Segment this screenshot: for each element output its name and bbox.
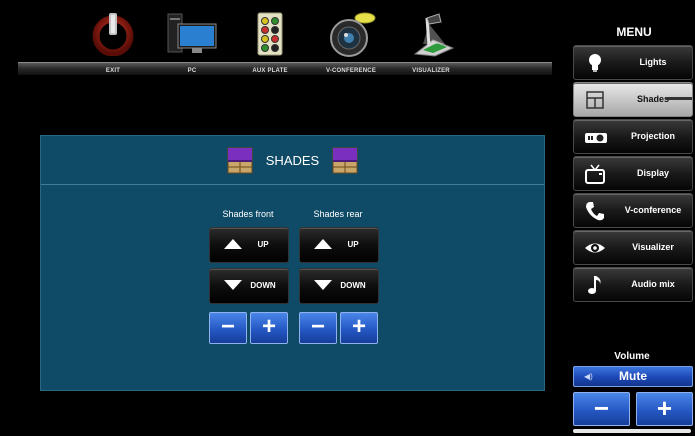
aux-plate-label: AUX PLATE bbox=[252, 68, 288, 74]
exit-button[interactable]: EXIT bbox=[73, 10, 153, 80]
menu-item-label: V-conference bbox=[624, 205, 682, 215]
menu-title: MENU bbox=[616, 25, 652, 39]
menu-item-lights[interactable]: Lights bbox=[573, 45, 693, 80]
shades-rear-down-button[interactable]: DOWN bbox=[299, 268, 379, 304]
menu-item-projection[interactable]: Projection bbox=[573, 119, 693, 154]
pc-icon bbox=[162, 10, 222, 63]
arrow-down-icon bbox=[314, 280, 332, 290]
bulb-icon bbox=[584, 52, 606, 72]
shades-rear-up-button[interactable]: UP bbox=[299, 227, 379, 263]
volume-up-button[interactable]: + bbox=[636, 392, 693, 426]
shades-rear-plus-button[interactable]: + bbox=[340, 312, 378, 344]
shades-front-plus-button[interactable]: + bbox=[250, 312, 288, 344]
menu-item-label: Lights bbox=[639, 57, 667, 67]
menu-item-label: Display bbox=[636, 168, 669, 178]
menu-item-shades[interactable]: Shades bbox=[573, 82, 693, 117]
shades-front-label: Shades front bbox=[222, 209, 274, 219]
exit-label: EXIT bbox=[105, 68, 121, 74]
volume-level-bar bbox=[573, 429, 691, 433]
shades-front-minus-button[interactable]: − bbox=[209, 312, 247, 344]
power-icon bbox=[90, 10, 136, 61]
shades-front-down-button[interactable]: DOWN bbox=[209, 268, 289, 304]
projector-icon bbox=[584, 126, 607, 146]
mute-button[interactable]: ◀) Mute bbox=[573, 366, 693, 387]
shades-rear-minus-button[interactable]: − bbox=[299, 312, 337, 344]
shades-rear-label: Shades rear bbox=[313, 209, 363, 219]
aux-plate-button[interactable]: AUX PLATE bbox=[230, 10, 310, 80]
shades-panel: SHADES Shades front UP DOWN − + Shades r… bbox=[40, 135, 545, 391]
music-note-icon bbox=[584, 274, 606, 294]
arrow-up-icon bbox=[314, 239, 332, 249]
eye-icon bbox=[584, 237, 606, 257]
phone-icon bbox=[584, 200, 606, 221]
arrow-down-icon bbox=[224, 280, 242, 290]
arrow-up-icon bbox=[224, 239, 242, 249]
menu-item-label: Audio mix bbox=[631, 279, 675, 289]
menu-item-display[interactable]: Display bbox=[573, 156, 693, 191]
menu-item-audio-mix[interactable]: Audio mix bbox=[573, 267, 693, 302]
visualizer-source-button[interactable]: VISUALIZER bbox=[391, 10, 471, 80]
shade-window-icon bbox=[584, 89, 606, 109]
menu-item-visualizer[interactable]: Visualizer bbox=[573, 230, 693, 265]
visualizer-icon bbox=[405, 10, 457, 63]
volume-down-button[interactable]: − bbox=[573, 392, 630, 426]
volume-title: Volume bbox=[614, 351, 650, 362]
panel-header: SHADES bbox=[41, 136, 544, 185]
pc-label: PC bbox=[187, 68, 197, 74]
tv-icon bbox=[584, 163, 606, 184]
menu-item-label: Projection bbox=[630, 131, 675, 141]
camera-icon bbox=[325, 10, 377, 63]
v-conference-source-button[interactable]: V-CONFERENCE bbox=[311, 10, 391, 80]
visualizer-label: VISUALIZER bbox=[412, 68, 450, 74]
aux-plate-icon bbox=[253, 10, 287, 63]
menu-item-v-conference[interactable]: V-conference bbox=[573, 193, 693, 228]
pc-source-button[interactable]: PC bbox=[152, 10, 232, 80]
panel-title: SHADES bbox=[265, 153, 320, 168]
active-indicator bbox=[666, 97, 692, 100]
shade-icon bbox=[332, 147, 358, 174]
shades-front-up-button[interactable]: UP bbox=[209, 227, 289, 263]
mute-label: Mute bbox=[619, 369, 647, 383]
v-conference-label: V-CONFERENCE bbox=[325, 68, 377, 74]
menu-item-label: Visualizer bbox=[632, 242, 674, 252]
